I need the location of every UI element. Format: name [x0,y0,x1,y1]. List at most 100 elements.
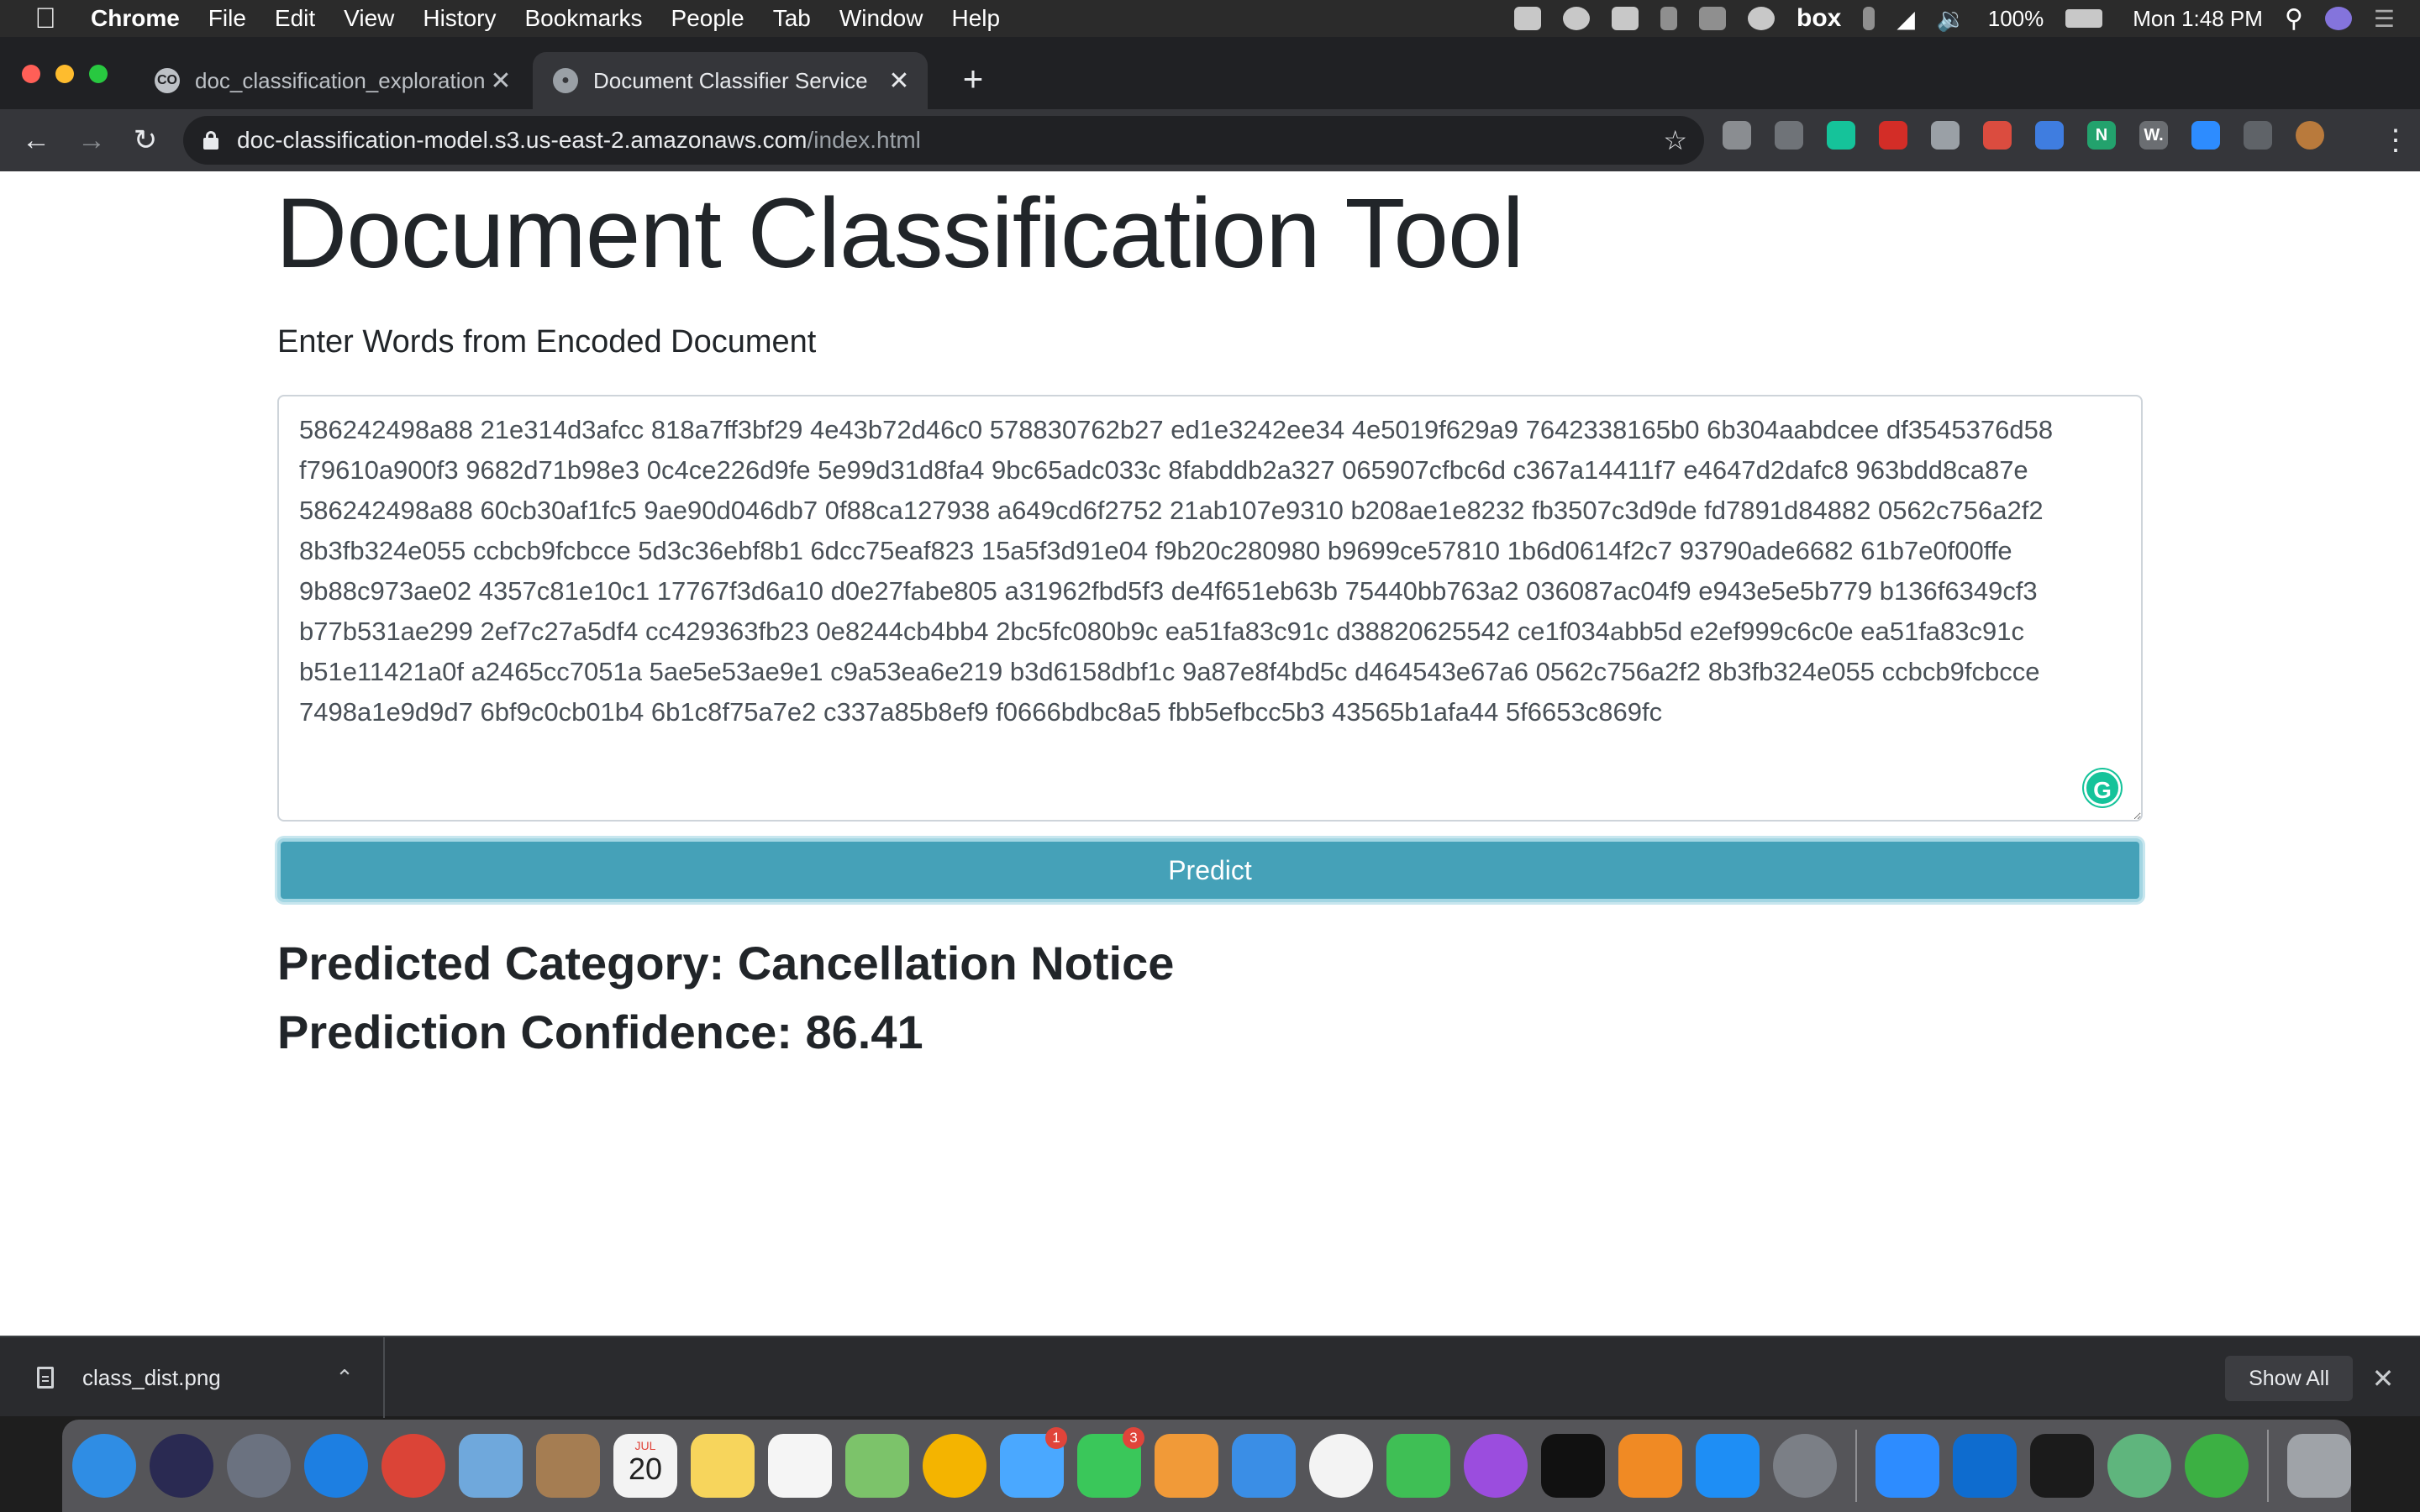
encoded-words-textarea[interactable] [277,395,2143,822]
lock-icon[interactable] [203,131,218,150]
close-tab-icon[interactable]: ✕ [486,66,516,96]
photos-icon[interactable] [923,1434,986,1498]
siri-dock-icon[interactable] [150,1434,213,1498]
menu-edit[interactable]: Edit [275,5,315,32]
extension-circle-icon[interactable] [1723,121,1751,150]
launchpad-icon[interactable] [227,1434,291,1498]
creative-cloud-icon[interactable] [1563,7,1590,30]
predict-button[interactable]: Predict [277,838,2143,902]
facetime-icon[interactable]: 3 [1077,1427,1144,1498]
url-path: /index.html [807,127,921,153]
tab-doc-classification-exploration[interactable]: CO doc_classification_exploration.i ✕ [134,52,529,109]
notion-web-clipper-icon[interactable]: N [2087,121,2116,150]
apple-tv-icon[interactable] [1541,1434,1605,1498]
podcasts-icon[interactable] [1464,1434,1528,1498]
grammarly-ext-icon[interactable] [1827,121,1855,150]
cloud-upload-icon[interactable] [1748,7,1775,30]
back-arrow-icon[interactable]: ← [13,118,59,163]
menu-tab[interactable]: Tab [773,5,811,32]
menu-file[interactable]: File [208,5,246,32]
pointer-ext-icon[interactable] [2035,121,2064,150]
reminders-icon[interactable] [768,1434,832,1498]
zoom-icon[interactable] [1514,7,1541,30]
dock-separator [1855,1430,1857,1502]
box-icon[interactable]: box [1797,4,1841,33]
chrome-menu-icon[interactable]: ⋮ [2381,118,2410,163]
menu-bookmarks[interactable]: Bookmarks [524,5,642,32]
mail-icon[interactable] [459,1434,523,1498]
globe-favicon-icon: ● [553,68,578,93]
music-icon[interactable] [1309,1434,1373,1498]
profile-avatar[interactable] [2296,121,2324,150]
wordtune-icon[interactable]: W. [2139,121,2168,150]
siri-icon[interactable] [2324,7,2352,30]
grammarly-icon[interactable]: G [2084,769,2121,806]
volume-icon[interactable]: 🔉 [1937,5,1966,33]
chrome-icon[interactable] [381,1434,445,1498]
activity-ring-icon[interactable] [2185,1434,2249,1498]
messages-icon[interactable]: 1 [1000,1427,1067,1498]
window-zoom-button[interactable] [89,65,108,83]
keychain-icon[interactable] [1660,7,1677,30]
address-bar[interactable]: doc-classification-model.s3.us-east-2.am… [183,116,1704,165]
dropbox-icon[interactable] [1699,7,1726,30]
menu-window[interactable]: Window [839,5,923,32]
calendar-icon[interactable]: JUL 20 [613,1434,677,1498]
teamviewer-app-icon[interactable] [1953,1434,2017,1498]
notes-icon[interactable] [691,1434,755,1498]
menu-history[interactable]: History [423,5,496,32]
tab-title: doc_classification_exploration.i [195,67,486,93]
battery-icon[interactable] [2065,9,2103,28]
download-item[interactable]: class_dist.png ⌃ [0,1337,385,1418]
new-tab-button[interactable]: + [955,57,992,101]
apple-menu-icon[interactable]:  [30,3,60,35]
notification-center-icon[interactable]: ☰ [2374,5,2395,33]
maps-icon[interactable] [845,1434,909,1498]
trash-icon[interactable] [2287,1434,2351,1498]
tab-document-classifier-service[interactable]: ● Document Classifier Service ✕ [533,52,928,109]
dock-separator [2267,1430,2269,1502]
spotlight-icon[interactable]: ⚲ [2285,4,2303,34]
teamviewer-icon[interactable] [1612,7,1639,30]
app-store-icon[interactable] [1696,1434,1760,1498]
reload-icon[interactable]: ↻ [123,118,168,163]
download-shelf: class_dist.png ⌃ Show All ✕ [0,1336,2420,1418]
battery-percent[interactable]: 100% [1988,6,2044,32]
numbers-icon[interactable] [1386,1434,1450,1498]
puzzle-extensions-icon[interactable] [2244,121,2272,150]
window-minimize-button[interactable] [55,65,74,83]
menu-help[interactable]: Help [951,5,1000,32]
system-preferences-icon[interactable] [1773,1434,1837,1498]
todoist-icon[interactable] [1983,121,2012,150]
shield-ext-icon[interactable] [1931,121,1960,150]
close-tab-icon[interactable]: ✕ [884,66,914,96]
macos-dock: JUL 20 1 3 [62,1420,2351,1512]
books-icon[interactable] [1618,1434,1682,1498]
atom-icon[interactable] [2107,1434,2171,1498]
chevron-up-icon[interactable]: ⌃ [328,1365,361,1391]
forward-arrow-icon[interactable]: → [69,118,114,163]
google-drive-icon[interactable] [1775,121,1803,150]
finder-icon[interactable] [72,1434,136,1498]
safari-icon[interactable] [304,1434,368,1498]
terminal-icon[interactable] [2030,1434,2094,1498]
calendar-day: 20 [628,1452,663,1486]
zoom-ext-icon[interactable] [2191,121,2220,150]
prediction-confidence: Prediction Confidence: 86.41 [277,1005,923,1058]
bluetooth-icon[interactable] [1863,7,1876,30]
close-icon[interactable]: ✕ [2366,1356,2400,1401]
menu-clock[interactable]: Mon 1:48 PM [2133,6,2263,32]
contacts-icon[interactable] [536,1434,600,1498]
menu-view[interactable]: View [344,5,394,32]
bookmark-star-icon[interactable]: ☆ [1663,124,1687,156]
web-page: Document Classification Tool Enter Words… [0,171,2420,1336]
menu-chrome[interactable]: Chrome [91,5,180,32]
wifi-icon[interactable]: ◢ [1897,5,1915,33]
keynote-icon[interactable] [1232,1434,1296,1498]
menu-people[interactable]: People [671,5,744,32]
window-close-button[interactable] [22,65,40,83]
zoom-app-icon[interactable] [1876,1434,1939,1498]
pages-icon[interactable] [1155,1434,1218,1498]
show-all-button[interactable]: Show All [2225,1356,2353,1401]
lastpass-icon[interactable] [1879,121,1907,150]
